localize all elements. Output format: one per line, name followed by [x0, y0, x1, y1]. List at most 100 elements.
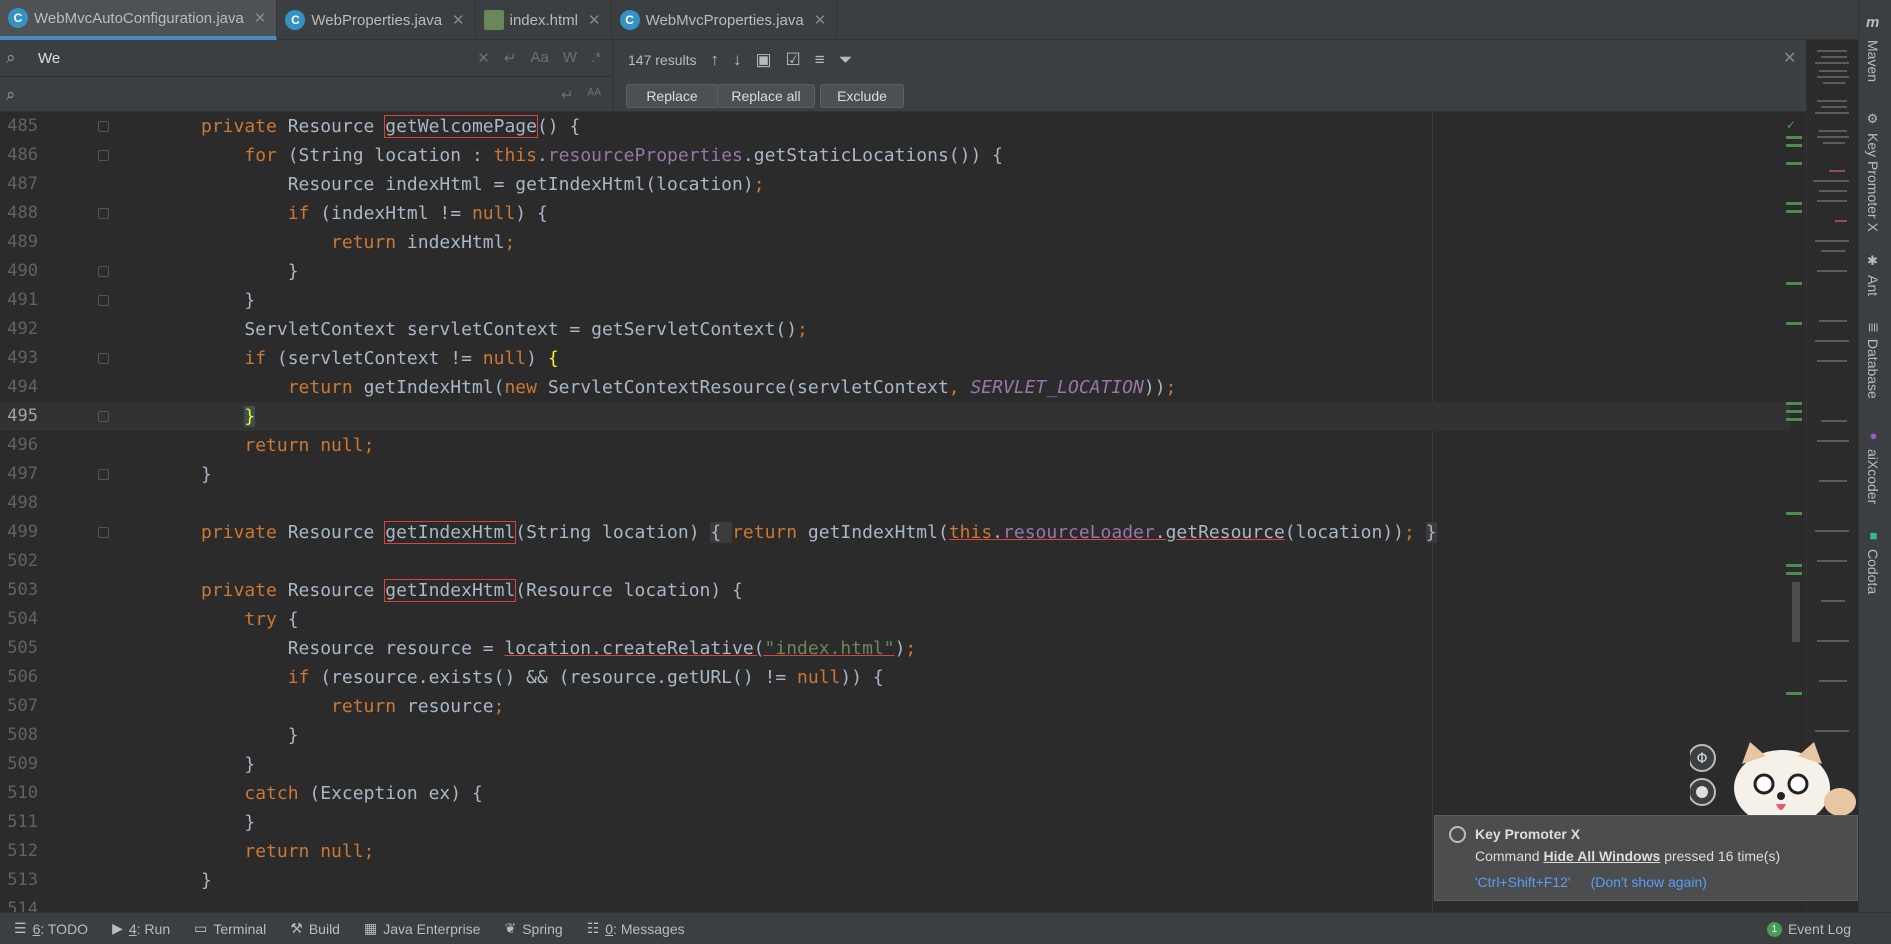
replace-all-button[interactable]: Replace all — [717, 84, 815, 108]
code-line[interactable]: 504 try { — [0, 605, 1790, 634]
code-line[interactable]: 497} — [0, 460, 1790, 489]
event-log-button[interactable]: 1 Event Log — [1766, 913, 1851, 944]
fold-icon[interactable] — [98, 150, 109, 161]
words-toggle[interactable]: W — [563, 49, 577, 67]
stripe-mark[interactable] — [1786, 322, 1802, 325]
svg-text:Φ: Φ — [1696, 751, 1707, 767]
code-line[interactable]: 489 return indexHtml; — [0, 228, 1790, 257]
tab-webproperties[interactable]: C WebProperties.java ✕ — [277, 0, 476, 40]
code-line-current[interactable]: 495 } — [0, 402, 1790, 431]
code-line[interactable]: 498 — [0, 489, 1790, 518]
code-line[interactable]: 507 return resource; — [0, 692, 1790, 721]
tab-index-html[interactable]: index.html ✕ — [476, 0, 612, 40]
preserve-case-toggle[interactable]: ᴬᴬ — [587, 86, 601, 104]
filter-icon[interactable]: ⏷ — [839, 50, 853, 70]
close-icon[interactable]: ✕ — [588, 11, 601, 29]
code-line[interactable]: 508 } — [0, 721, 1790, 750]
stripe-mark[interactable] — [1786, 136, 1802, 139]
code-line[interactable]: 487 Resource indexHtml = getIndexHtml(lo… — [0, 170, 1790, 199]
fold-icon[interactable] — [98, 295, 109, 306]
tab-webmvcautoconfiguration[interactable]: C WebMvcAutoConfiguration.java ✕ — [0, 0, 278, 40]
stripe-mark[interactable] — [1786, 692, 1802, 695]
code-line[interactable]: 486 for (String location : this.resource… — [0, 141, 1790, 170]
regex-toggle[interactable]: .* — [591, 49, 601, 67]
stripe-mark[interactable] — [1786, 418, 1802, 421]
code-line[interactable]: 510 catch (Exception ex) { — [0, 779, 1790, 808]
code-line[interactable]: 499 private Resource getIndexHtml(String … — [0, 518, 1790, 547]
arrow-down-icon[interactable]: ↓ — [733, 50, 742, 70]
run-icon: ▶ — [112, 920, 123, 936]
match-case-toggle[interactable]: Aa — [530, 49, 548, 67]
replace-button[interactable]: Replace — [626, 84, 718, 108]
stripe-mark[interactable] — [1786, 282, 1802, 285]
newline-icon[interactable]: ↵ — [561, 86, 574, 104]
newline-icon[interactable]: ↵ — [504, 49, 517, 67]
close-icon[interactable]: ✕ — [452, 11, 465, 29]
tool-java-enterprise[interactable]: ▦ Java Enterprise — [364, 920, 481, 937]
code-line[interactable]: 505 Resource resource = location.createR… — [0, 634, 1790, 663]
stripe-mark[interactable] — [1786, 210, 1802, 213]
code-line[interactable]: 493 if (servletContext != null) { — [0, 344, 1790, 373]
tool-key-promoter-x[interactable]: ⚙ Key Promoter X — [1865, 112, 1881, 232]
tool-spring[interactable]: ❦ Spring — [504, 920, 562, 937]
code-line[interactable]: 492 ServletContext servletContext = getS… — [0, 315, 1790, 344]
stripe-mark[interactable] — [1786, 512, 1802, 515]
replace-field[interactable]: ⌕ ↵ ᴬᴬ — [0, 76, 614, 112]
code-line[interactable]: 491 } — [0, 286, 1790, 315]
tool-terminal[interactable]: ▭ Terminal — [194, 920, 266, 937]
code-line[interactable]: 503 private Resource getIndexHtml(Resourc… — [0, 576, 1790, 605]
tab-label: WebMvcAutoConfiguration.java — [34, 9, 244, 27]
code-line[interactable]: 496 return null; — [0, 431, 1790, 460]
arrow-up-icon[interactable]: ↑ — [710, 50, 719, 70]
multiline-icon[interactable]: ≡ — [815, 50, 825, 70]
code-line[interactable]: 509 } — [0, 750, 1790, 779]
tool-codota[interactable]: ■ Codota — [1865, 528, 1881, 594]
code-line[interactable]: 488 if (indexHtml != null) { — [0, 199, 1790, 228]
todo-icon: ☰ — [14, 920, 27, 936]
fold-icon[interactable] — [98, 527, 109, 538]
stripe-mark[interactable] — [1786, 572, 1802, 575]
code-line[interactable]: 485 private Resource getWelcomePage() { — [0, 112, 1790, 141]
close-search-icon[interactable]: ✕ — [1783, 48, 1796, 68]
tool-ant[interactable]: ✱ Ant — [1865, 254, 1881, 296]
clear-icon[interactable]: ✕ — [477, 49, 490, 67]
fold-icon[interactable] — [98, 411, 109, 422]
tab-webmvcproperties[interactable]: C WebMvcProperties.java ✕ — [612, 0, 838, 40]
tool-messages[interactable]: ☷ 0: Messages — [587, 920, 685, 937]
tool-todo[interactable]: ☰ 6: TODO — [14, 920, 88, 937]
exclude-button[interactable]: Exclude — [820, 84, 904, 108]
tool-database[interactable]: ≣ Database — [1865, 322, 1881, 399]
code-line[interactable]: 502 — [0, 547, 1790, 576]
fold-icon[interactable] — [98, 266, 109, 277]
tool-run[interactable]: ▶ 4: Run — [112, 920, 170, 937]
code-line[interactable]: 494 return getIndexHtml(new ServletConte… — [0, 373, 1790, 402]
tool-maven[interactable]: Maven — [1865, 40, 1881, 82]
search-icon: ⌕ — [6, 48, 16, 67]
dont-show-again-link[interactable]: (Don't show again) — [1591, 874, 1707, 890]
fold-icon[interactable] — [98, 353, 109, 364]
fold-icon[interactable] — [98, 121, 109, 132]
find-input[interactable]: We — [38, 50, 477, 67]
stripe-mark[interactable] — [1786, 410, 1802, 413]
stripe-mark[interactable] — [1786, 162, 1802, 165]
code-line[interactable]: 506 if (resource.exists() && (resource.g… — [0, 663, 1790, 692]
in-selection-icon[interactable]: ☑ — [786, 50, 801, 70]
close-icon[interactable]: ✕ — [254, 9, 267, 27]
tool-build[interactable]: ⚒ Build — [290, 920, 340, 937]
line-number: 504 — [7, 609, 38, 629]
code-editor[interactable]: 485 private Resource getWelcomePage() { 4… — [0, 112, 1806, 912]
select-all-occurrences-icon[interactable]: ▣ — [755, 50, 771, 70]
stripe-mark[interactable] — [1786, 202, 1802, 205]
tool-aixcoder[interactable]: ● aiXcoder — [1865, 428, 1881, 504]
scrollbar-thumb[interactable] — [1792, 582, 1800, 642]
stripe-mark[interactable] — [1786, 564, 1802, 567]
close-icon[interactable]: ✕ — [814, 11, 827, 29]
stripe-mark[interactable] — [1786, 144, 1802, 147]
code-line[interactable]: 490 } — [0, 257, 1790, 286]
find-field[interactable]: ⌕ We ✕ ↵ Aa W .* — [0, 40, 614, 76]
shortcut-link[interactable]: 'Ctrl+Shift+F12' — [1475, 874, 1571, 890]
stripe-mark[interactable] — [1786, 402, 1802, 405]
fold-icon[interactable] — [98, 208, 109, 219]
fold-icon[interactable] — [98, 469, 109, 480]
maven-icon[interactable]: m — [1866, 14, 1879, 31]
